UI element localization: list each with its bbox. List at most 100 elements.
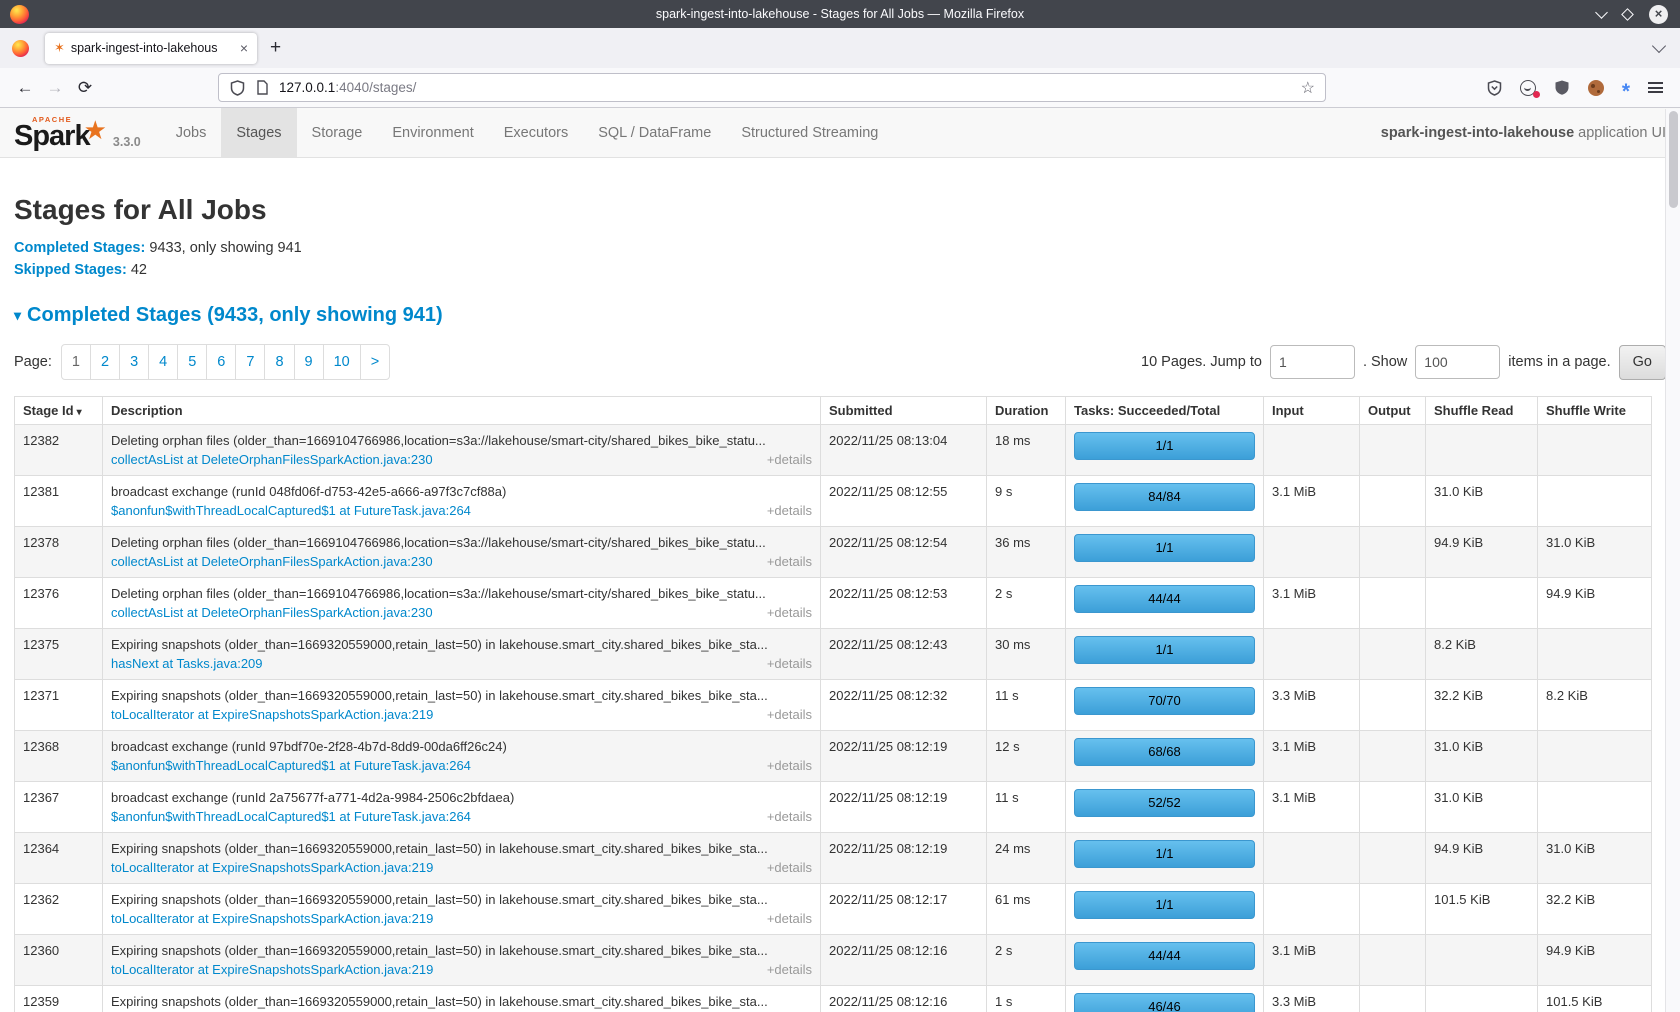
items-per-page-input[interactable] <box>1415 345 1500 379</box>
details-toggle[interactable]: +details <box>767 502 812 519</box>
header-shuffle-write[interactable]: Shuffle Write <box>1538 397 1652 425</box>
page-button-5[interactable]: 5 <box>177 344 207 380</box>
description-cell: Expiring snapshots (older_than=166932055… <box>103 986 821 1012</box>
page-button-7[interactable]: 7 <box>235 344 265 380</box>
completed-stages-link[interactable]: Completed Stages: <box>14 240 145 256</box>
header-input[interactable]: Input <box>1264 397 1360 425</box>
stage-detail-link[interactable]: $anonfun$withThreadLocalCaptured$1 at Fu… <box>111 757 471 774</box>
forward-button[interactable]: → <box>40 74 70 102</box>
shuffle-read-cell: 101.5 KiB <box>1426 884 1538 935</box>
page-button-8[interactable]: 8 <box>264 344 294 380</box>
bookmark-star-icon[interactable]: ☆ <box>1301 78 1315 98</box>
stage-detail-link[interactable]: hasNext at Tasks.java:209 <box>111 655 263 672</box>
scrollbar[interactable] <box>1665 109 1680 1012</box>
details-toggle[interactable]: +details <box>767 706 812 723</box>
header-duration[interactable]: Duration <box>987 397 1066 425</box>
header-shuffle-read[interactable]: Shuffle Read <box>1426 397 1538 425</box>
details-toggle[interactable]: +details <box>767 655 812 672</box>
stage-detail-link[interactable]: toLocalIterator at ExpireSnapshotsSparkA… <box>111 910 433 927</box>
minimize-icon[interactable] <box>1595 6 1608 19</box>
cookie-icon[interactable] <box>1588 79 1605 96</box>
url-host: 127.0.0.1 <box>279 80 335 95</box>
pocket-icon[interactable] <box>1486 79 1503 96</box>
application-name: spark-ingest-into-lakehouse <box>1381 125 1574 141</box>
tracking-shield-icon[interactable] <box>229 79 246 96</box>
browser-tab[interactable]: ✶ spark-ingest-into-lakehous × <box>45 33 257 64</box>
output-cell <box>1360 884 1426 935</box>
nav-tab-sql-dataframe[interactable]: SQL / DataFrame <box>583 108 726 157</box>
stage-id-cell: 12382 <box>15 425 103 476</box>
page-button-4[interactable]: 4 <box>148 344 178 380</box>
details-toggle[interactable]: +details <box>767 910 812 927</box>
stage-detail-link[interactable]: toLocalIterator at ExpireSnapshotsSparkA… <box>111 706 433 723</box>
header-stage-id[interactable]: Stage Id▾ <box>15 397 103 425</box>
ublock-shield-icon[interactable] <box>1554 79 1571 96</box>
pagination: 12345678910> <box>61 344 390 380</box>
details-toggle[interactable]: +details <box>767 808 812 825</box>
page-button-6[interactable]: 6 <box>206 344 236 380</box>
stage-detail-link[interactable]: $anonfun$withThreadLocalCaptured$1 at Fu… <box>111 808 471 825</box>
description-cell: broadcast exchange (runId 048fd06f-d753-… <box>103 476 821 527</box>
tab-close-icon[interactable]: × <box>240 40 248 56</box>
url-bar[interactable]: 127.0.0.1:4040/stages/ ☆ <box>218 73 1326 102</box>
details-toggle[interactable]: +details <box>767 757 812 774</box>
nav-tab-environment[interactable]: Environment <box>377 108 488 157</box>
page-button-3[interactable]: 3 <box>119 344 149 380</box>
stage-detail-link[interactable]: collectAsList at DeleteOrphanFilesSparkA… <box>111 451 433 468</box>
description-cell: Expiring snapshots (older_than=166932055… <box>103 629 821 680</box>
header-description[interactable]: Description <box>103 397 821 425</box>
header-submitted[interactable]: Submitted <box>821 397 987 425</box>
go-button[interactable]: Go <box>1619 345 1666 380</box>
page-next-button[interactable]: > <box>360 344 390 380</box>
reload-button[interactable]: ⟳ <box>70 74 100 102</box>
header-tasks[interactable]: Tasks: Succeeded/Total <box>1066 397 1264 425</box>
details-toggle[interactable]: +details <box>767 451 812 468</box>
details-toggle[interactable]: +details <box>767 859 812 876</box>
tasks-cell: 1/1 <box>1066 527 1264 578</box>
close-window-icon[interactable]: × <box>1649 5 1668 24</box>
tasks-cell: 70/70 <box>1066 680 1264 731</box>
nav-tab-storage[interactable]: Storage <box>297 108 378 157</box>
nav-tab-executors[interactable]: Executors <box>489 108 583 157</box>
new-tab-button[interactable]: + <box>270 37 281 59</box>
table-header-row: Stage Id▾ Description Submitted Duration… <box>15 397 1652 425</box>
stage-detail-link[interactable]: collectAsList at DeleteOrphanFilesSparkA… <box>111 604 433 621</box>
details-toggle[interactable]: +details <box>767 961 812 978</box>
page-info-icon[interactable] <box>254 79 271 96</box>
shuffle-read-cell: 31.0 KiB <box>1426 782 1538 833</box>
window-title: spark-ingest-into-lakehouse - Stages for… <box>0 7 1680 21</box>
spark-favicon-icon: ✶ <box>54 40 65 56</box>
stage-id-cell: 12368 <box>15 731 103 782</box>
nav-tab-structured-streaming[interactable]: Structured Streaming <box>726 108 893 157</box>
page-button-1[interactable]: 1 <box>61 344 91 380</box>
header-output[interactable]: Output <box>1360 397 1426 425</box>
maximize-icon[interactable] <box>1621 8 1634 21</box>
skipped-stages-link[interactable]: Skipped Stages: <box>14 262 127 278</box>
spark-logo[interactable]: APACHE Spark ★ 3.3.0 <box>0 108 147 157</box>
tasks-cell: 84/84 <box>1066 476 1264 527</box>
menu-hamburger-icon[interactable] <box>1647 79 1664 96</box>
nav-tab-stages[interactable]: Stages <box>221 108 296 157</box>
page-button-9[interactable]: 9 <box>294 344 324 380</box>
stage-detail-link[interactable]: collectAsList at DeleteOrphanFilesSparkA… <box>111 553 433 570</box>
submitted-cell: 2022/11/25 08:12:19 <box>821 833 987 884</box>
details-toggle[interactable]: +details <box>767 604 812 621</box>
stage-detail-link[interactable]: toLocalIterator at ExpireSnapshotsSparkA… <box>111 859 433 876</box>
scrollbar-thumb[interactable] <box>1669 111 1678 208</box>
jump-to-page-input[interactable] <box>1270 345 1355 379</box>
stage-description: broadcast exchange (runId 048fd06f-d753-… <box>111 483 812 500</box>
tab-list-chevron-icon[interactable] <box>1652 38 1666 52</box>
description-cell: Deleting orphan files (older_than=166910… <box>103 527 821 578</box>
nav-tab-jobs[interactable]: Jobs <box>161 108 222 157</box>
back-button[interactable]: ← <box>10 74 40 102</box>
page-button-2[interactable]: 2 <box>90 344 120 380</box>
stage-detail-link[interactable]: $anonfun$withThreadLocalCaptured$1 at Fu… <box>111 502 471 519</box>
stage-id-cell: 12371 <box>15 680 103 731</box>
container-mask-icon[interactable] <box>1520 79 1537 96</box>
completed-stages-section-toggle[interactable]: ▾ Completed Stages (9433, only showing 9… <box>14 304 1666 327</box>
duration-cell: 24 ms <box>987 833 1066 884</box>
details-toggle[interactable]: +details <box>767 553 812 570</box>
stage-detail-link[interactable]: toLocalIterator at ExpireSnapshotsSparkA… <box>111 961 433 978</box>
asterisk-extension-icon[interactable]: * <box>1622 87 1630 97</box>
page-button-10[interactable]: 10 <box>323 344 361 380</box>
